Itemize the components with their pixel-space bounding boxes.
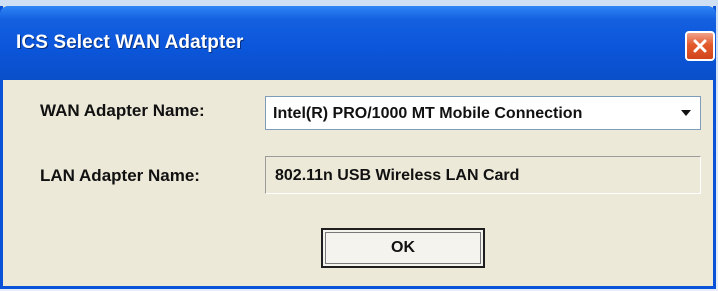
window-title: ICS Select WAN Adatpter [16, 32, 244, 53]
dialog-body: WAN Adapter Name: Intel(R) PRO/1000 MT M… [3, 80, 713, 289]
lan-adapter-value: 802.11n USB Wireless LAN Card [275, 167, 520, 184]
lan-adapter-label: LAN Adapter Name: [40, 166, 200, 185]
screen-background: ICS Select WAN Adatpter WAN Adapter Name… [0, 0, 718, 291]
wan-adapter-selected-value: Intel(R) PRO/1000 MT Mobile Connection [273, 105, 583, 122]
wan-adapter-select[interactable]: Intel(R) PRO/1000 MT Mobile Connection [265, 96, 701, 130]
title-bar[interactable]: ICS Select WAN Adatpter [0, 6, 716, 80]
ics-dialog: ICS Select WAN Adatpter WAN Adapter Name… [0, 6, 716, 289]
chevron-down-icon [681, 110, 691, 116]
lan-adapter-field: 802.11n USB Wireless LAN Card [265, 156, 701, 194]
ok-button-label: OK [391, 239, 415, 256]
ok-button[interactable]: OK [321, 228, 485, 268]
wan-adapter-label: WAN Adapter Name: [40, 101, 205, 120]
close-button[interactable] [685, 31, 715, 61]
close-icon [693, 39, 707, 53]
dropdown-button[interactable] [675, 101, 697, 125]
